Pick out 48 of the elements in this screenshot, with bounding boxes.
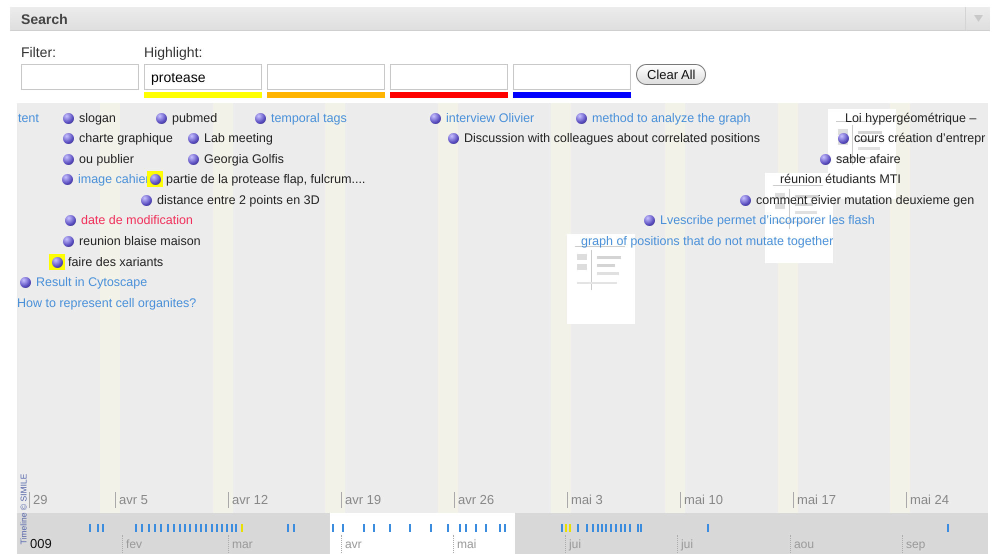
highlight-field[interactable] — [390, 64, 508, 90]
month-label: aou — [790, 535, 814, 553]
event-label[interactable]: sable afaire — [836, 152, 901, 166]
filter-label: Filter: — [21, 44, 57, 62]
highlight-field[interactable]: protease — [144, 64, 262, 90]
clear-all-button[interactable]: Clear All — [636, 64, 706, 85]
month-label: fev — [122, 535, 142, 553]
filter-field[interactable] — [21, 64, 139, 90]
date-label: avr 26 — [454, 492, 494, 508]
highlight-label: Highlight: — [144, 44, 204, 62]
event-label[interactable]: Loi hypergéométrique – — [845, 111, 976, 125]
event-label[interactable]: Lab meeting — [204, 131, 273, 145]
caret-icon — [974, 15, 982, 22]
month-label: sep — [902, 535, 926, 553]
event-label[interactable]: Discussion with colleagues about correlated positions — [464, 131, 760, 145]
event-label[interactable]: reunion blaise maison — [79, 234, 201, 248]
year-label: 009 — [30, 536, 52, 551]
month-label: jui — [565, 535, 582, 553]
event-label[interactable]: ou publier — [79, 152, 134, 166]
event-dot-icon[interactable] — [147, 171, 163, 187]
date-label: mai 10 — [680, 492, 724, 508]
date-label: mai 24 — [906, 492, 950, 508]
event-label[interactable]: comment eivier mutation deuxieme gen — [756, 193, 974, 207]
event-dot-icon[interactable] — [49, 254, 65, 270]
month-label: mar — [228, 535, 253, 553]
highlight-field[interactable] — [513, 64, 631, 90]
event-label[interactable]: cours création d’entrepr — [854, 131, 986, 145]
month-label: jui — [677, 535, 694, 553]
event-label[interactable]: charte graphique — [79, 131, 173, 145]
panel-title: Search — [20, 10, 69, 26]
date-label: avr 12 — [228, 492, 268, 508]
event-label[interactable]: réunion étudiants MTI — [780, 172, 901, 186]
date-label: mai 3 — [567, 492, 603, 508]
date-label: avr 5 — [115, 492, 148, 508]
event-label[interactable]: pubmed — [172, 111, 218, 125]
event-label[interactable]: Georgia Golfis — [204, 152, 284, 166]
date-label: 29 — [29, 492, 48, 508]
event-label[interactable]: distance entre 2 points en 3D — [157, 193, 320, 207]
event-label[interactable]: partie de la protease flap, fulcrum.... — [166, 172, 366, 186]
month-label: mai — [453, 535, 476, 553]
date-label: avr 19 — [341, 492, 382, 508]
highlight-field[interactable] — [267, 64, 385, 90]
date-label: mai 17 — [793, 492, 836, 508]
visible-range-window[interactable] — [330, 513, 515, 554]
event-label[interactable]: faire des xariants — [68, 255, 164, 269]
credit-text: Timeline © SIMILE — [18, 474, 28, 544]
event-label[interactable]: slogan — [79, 111, 116, 125]
month-label: avr — [341, 535, 362, 553]
